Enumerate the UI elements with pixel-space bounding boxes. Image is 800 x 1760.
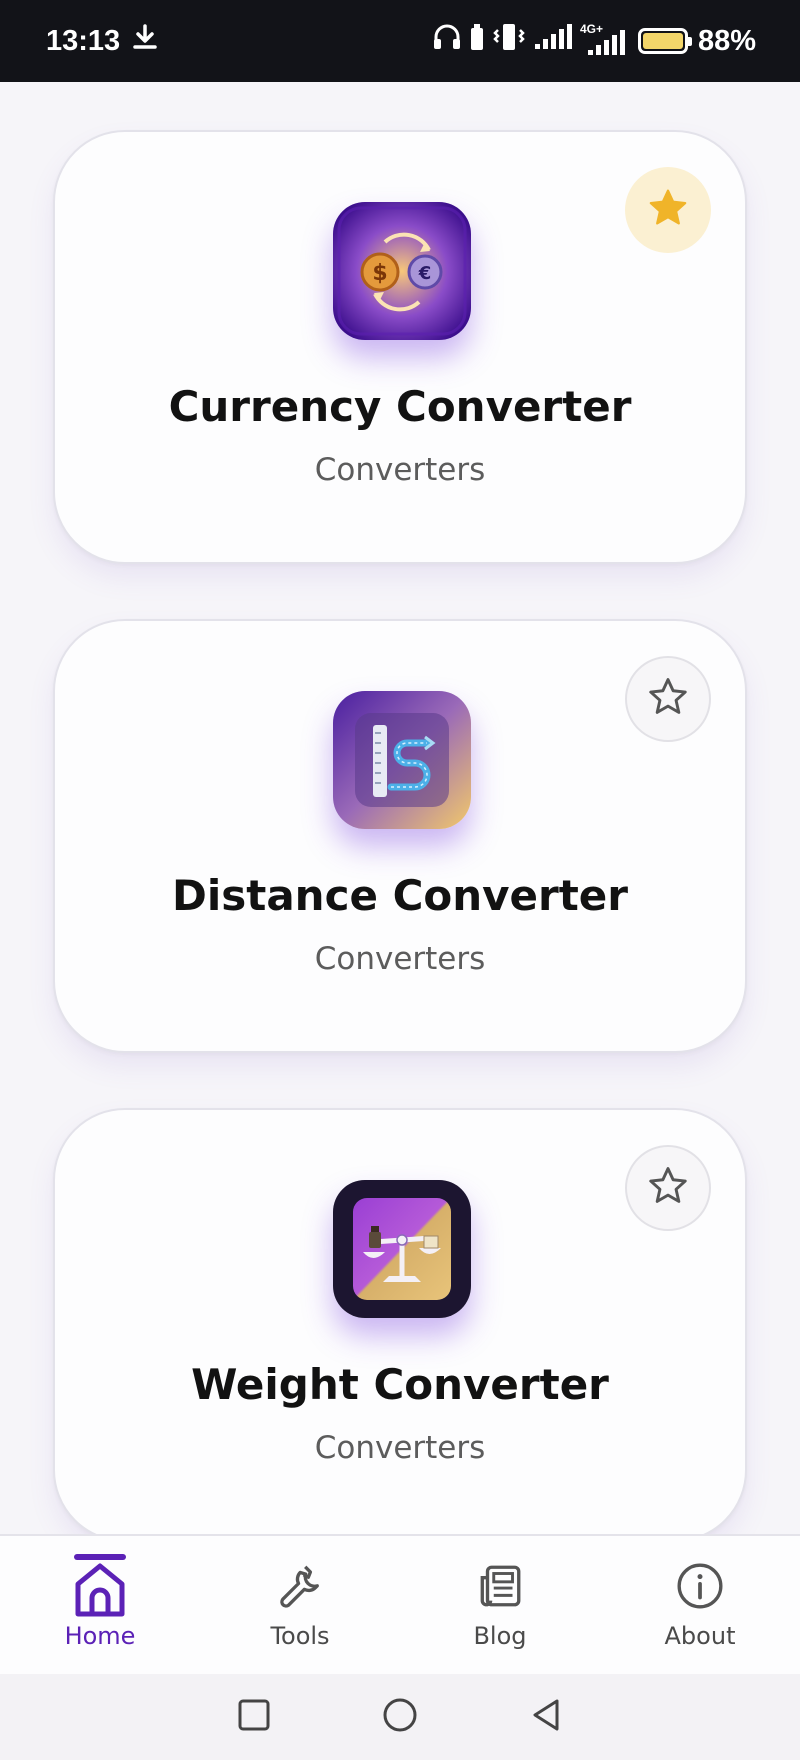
svg-text:€: € xyxy=(418,263,432,284)
tool-list: $ € Currency Converter Converters Distan… xyxy=(0,82,800,1534)
nav-label: Blog xyxy=(473,1622,527,1650)
tool-title: Currency Converter xyxy=(168,382,632,431)
battery-icon xyxy=(637,28,692,54)
home-circle-icon[interactable] xyxy=(381,1696,419,1738)
signal-icon xyxy=(534,24,572,58)
wrench-icon xyxy=(272,1558,328,1614)
nav-item-blog[interactable]: Blog xyxy=(400,1536,600,1674)
tool-category: Converters xyxy=(314,941,486,977)
tool-card-currency-converter[interactable]: $ € Currency Converter Converters xyxy=(53,130,747,564)
tool-title: Weight Converter xyxy=(191,1360,609,1409)
nav-label: About xyxy=(664,1622,736,1650)
nav-item-tools[interactable]: Tools xyxy=(200,1536,400,1674)
system-navigation-bar xyxy=(0,1674,800,1760)
distance-converter-icon xyxy=(333,691,471,829)
recents-icon[interactable] xyxy=(237,1698,271,1736)
nav-label: Home xyxy=(64,1622,136,1650)
nav-item-about[interactable]: About xyxy=(600,1536,800,1674)
currency-converter-icon: $ € xyxy=(333,202,471,340)
home-icon xyxy=(72,1554,128,1617)
nav-item-home[interactable]: Home xyxy=(0,1536,200,1674)
signal-4g-icon: 4G+ xyxy=(580,22,628,56)
star-outline-icon xyxy=(646,1164,690,1212)
battery-percent: 88% xyxy=(697,24,756,57)
status-time: 13:13 xyxy=(46,24,121,57)
back-icon[interactable] xyxy=(529,1697,563,1737)
weight-converter-icon xyxy=(333,1180,471,1318)
download-icon xyxy=(132,23,158,59)
tool-category: Converters xyxy=(314,1430,486,1466)
favorite-button[interactable] xyxy=(625,167,711,253)
status-bar: 13:13 4G+ 88% xyxy=(0,0,800,82)
headphones-icon xyxy=(432,23,462,59)
bottom-navigation: Home Tools Blog About xyxy=(0,1534,800,1674)
newspaper-icon xyxy=(472,1558,528,1614)
vibrate-icon xyxy=(492,22,526,60)
battery-saver-icon xyxy=(470,23,484,59)
favorite-button[interactable] xyxy=(625,1145,711,1231)
tool-title: Distance Converter xyxy=(171,871,628,920)
tool-category: Converters xyxy=(314,452,486,488)
star-filled-icon xyxy=(646,186,690,234)
nav-label: Tools xyxy=(270,1622,330,1650)
info-icon xyxy=(672,1558,728,1614)
tool-card-weight-converter[interactable]: Weight Converter Converters xyxy=(53,1108,747,1534)
tool-card-distance-converter[interactable]: Distance Converter Converters xyxy=(53,619,747,1053)
svg-text:$: $ xyxy=(372,261,387,286)
favorite-button[interactable] xyxy=(625,656,711,742)
star-outline-icon xyxy=(646,675,690,723)
